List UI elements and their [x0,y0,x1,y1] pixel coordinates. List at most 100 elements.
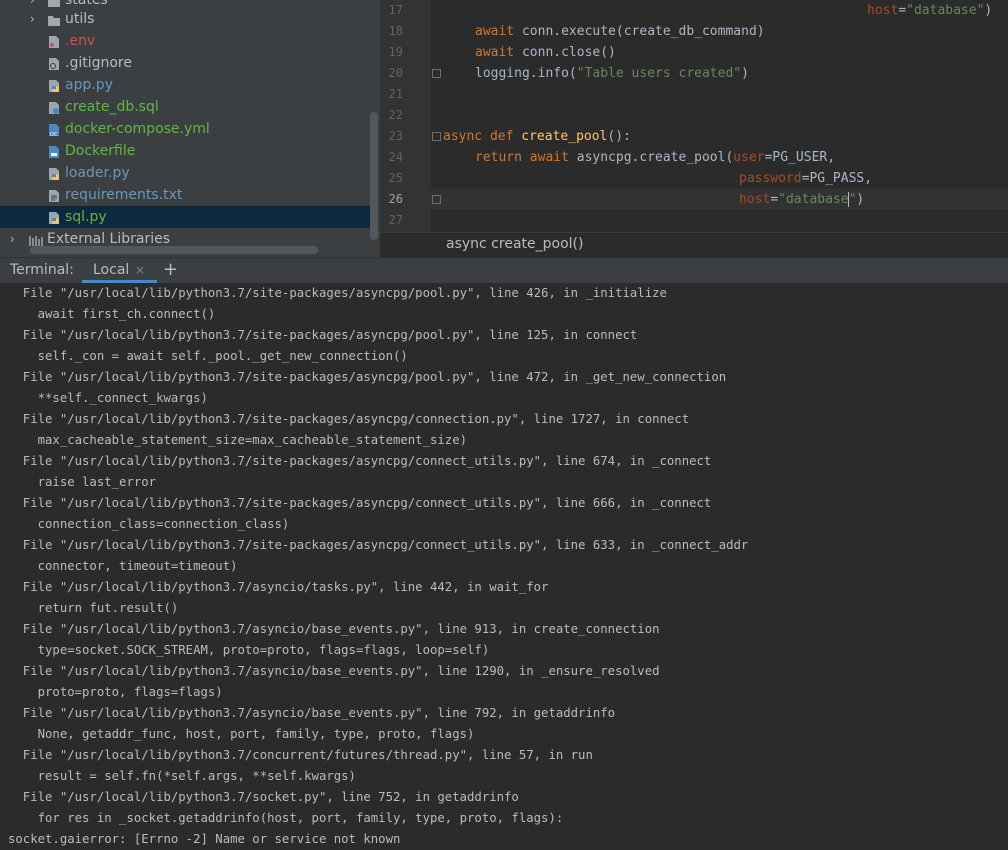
terminal-line: File "/usr/local/lib/python3.7/site-pack… [8,370,727,384]
string-literal: "Table users created" [576,66,742,81]
tree-item-label: docker-compose.yml [65,121,210,137]
chevron-right-icon[interactable]: › [10,228,22,250]
terminal-line: File "/usr/local/lib/python3.7/asyncio/b… [8,664,660,678]
code-line-17[interactable]: host="database") [867,0,992,21]
line-number: 22 [388,108,403,122]
code-text: conn.close() [514,45,616,60]
tab-label: Local [93,262,130,278]
code-line-24[interactable]: return await asyncpg.create_pool(user=PG… [475,147,835,168]
keyword-arg: user [733,150,765,165]
tree-item[interactable]: requirements.txt [0,184,370,206]
line-number: 24 [388,150,403,164]
horizontal-scrollbar[interactable] [30,246,318,254]
terminal-header: Terminal: Local × + [0,257,1008,284]
tree-item[interactable]: .env [0,30,370,52]
breadcrumb-item[interactable]: async create_pool() [446,236,583,252]
line-number: 23 [388,129,403,143]
terminal-line: File "/usr/local/lib/python3.7/asyncio/b… [8,706,616,720]
line-number: 18 [388,24,403,38]
operator: = [898,3,907,18]
tree-item[interactable]: app.py [0,74,370,96]
terminal-line: proto=proto, flags=flags) [8,685,223,699]
code-text: =PG_PASS, [801,171,873,186]
keyword-arg: password [739,171,802,186]
tree-item-label: requirements.txt [65,187,183,203]
tree-item-label: .gitignore [65,55,132,71]
add-terminal-button[interactable]: + [163,259,178,280]
terminal-line: None, getaddr_func, host, port, family, … [8,727,475,741]
code-line-19[interactable]: await conn.close() [475,42,616,63]
operator: = [770,192,779,207]
keyword: await [475,24,515,39]
code-editor[interactable]: 17 18 19 20 21 22 23 24 25 26 27 host="database") … [380,0,1008,232]
fold-marker-icon[interactable] [432,195,441,204]
python-file-icon [47,166,61,180]
tree-item[interactable]: DC docker-compose.yml [0,118,370,140]
terminal-line: File "/usr/local/lib/python3.7/site-pack… [8,412,690,426]
terminal-line: File "/usr/local/lib/python3.7/site-pack… [8,538,749,552]
library-icon [29,232,43,246]
line-number: 27 [388,213,403,227]
line-number: 20 [388,66,403,80]
tree-item[interactable]: create_db.sql [0,96,370,118]
fold-marker-icon[interactable] [432,132,441,141]
tree-item-label: create_db.sql [65,99,159,115]
tab-local[interactable]: Local × [82,258,157,283]
terminal-line: raise last_error [8,475,157,489]
code-line-23[interactable]: async def create_pool(): [443,126,631,147]
folder-icon [47,12,61,26]
string-literal: "database" [906,3,985,18]
keyword-arg: host [739,192,771,207]
punctuation: ) [984,3,993,18]
terminal-line: type=socket.SOCK_STREAM, proto=proto, fl… [8,643,490,657]
terminal-line: File "/usr/local/lib/python3.7/site-pack… [8,454,712,468]
code-line-20[interactable]: logging.info("Table users created") [475,63,749,84]
code-line-26[interactable]: host="database") [739,189,864,210]
close-icon[interactable]: × [135,263,145,277]
code-text: conn.execute(create_db_command) [514,24,765,39]
code-line-25[interactable]: password=PG_PASS, [739,168,872,189]
code-text: logging.info( [475,66,577,81]
line-number-gutter: 17 18 19 20 21 22 23 24 25 26 27 [381,0,431,232]
docker-compose-file-icon: DC [47,122,61,138]
code-text: asyncpg.create_pool( [568,150,734,165]
code-line-18[interactable]: await conn.execute(create_db_command) [475,21,765,42]
terminal-line: File "/usr/local/lib/python3.7/site-pack… [8,328,638,342]
line-number: 17 [388,3,403,17]
tree-item-label: sql.py [65,209,107,225]
file-env-icon [47,34,61,48]
vertical-scrollbar[interactable] [370,112,378,240]
tree-item[interactable]: › utils [0,8,370,30]
tree-item-label: .env [65,33,96,49]
tree-item[interactable]: .gitignore [0,52,370,74]
terminal-line: connector, timeout=timeout) [8,559,238,573]
tree-item-label: Dockerfile [65,143,136,159]
tree-item-label: app.py [65,77,113,93]
terminal-line: File "/usr/local/lib/python3.7/socket.py… [8,790,519,804]
terminal-line: File "/usr/local/lib/python3.7/asyncio/t… [8,580,549,594]
dockerfile-icon [47,144,61,158]
file-gitignore-icon [47,56,61,70]
terminal-line: File "/usr/local/lib/python3.7/concurren… [8,748,593,762]
breadcrumb[interactable]: async create_pool() [380,232,1008,257]
terminal-line: File "/usr/local/lib/python3.7/site-pack… [8,286,667,300]
tree-item[interactable]: sql.py [0,206,370,228]
terminal-output[interactable]: File "/usr/local/lib/python3.7/site-pack… [0,283,1008,847]
code-text: =PG_USER, [764,150,836,165]
tree-item[interactable]: Dockerfile [0,140,370,162]
terminal-line: max_cacheable_statement_size=max_cacheab… [8,433,468,447]
terminal-line: File "/usr/local/lib/python3.7/asyncio/b… [8,622,660,636]
keyword: await [475,45,515,60]
tree-item-label: utils [65,11,95,27]
terminal-line: File "/usr/local/lib/python3.7/site-pack… [8,496,712,510]
sql-file-icon [47,100,61,114]
string-literal: "database [778,192,849,207]
keyword: return await [475,150,569,165]
line-number: 19 [388,45,403,59]
tree-item[interactable]: loader.py [0,162,370,184]
text-file-icon [47,188,61,202]
python-file-icon [47,210,61,224]
fold-marker-icon[interactable] [432,69,441,78]
chevron-right-icon[interactable]: › [30,8,42,30]
terminal-line: return fut.result() [8,601,179,615]
